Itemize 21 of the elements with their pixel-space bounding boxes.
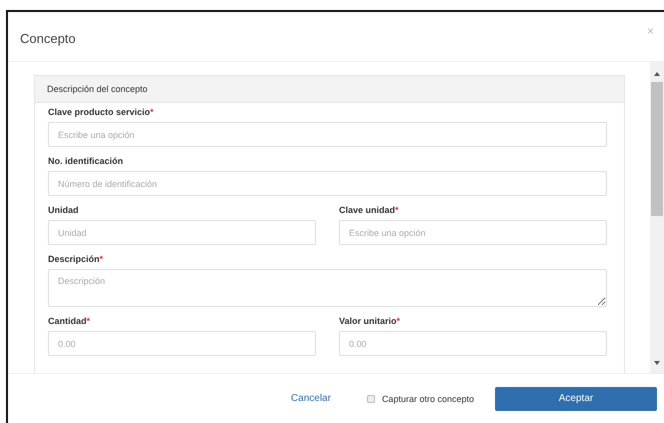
field-label: Clave producto servicio* (48, 107, 155, 117)
field-label: Unidad (48, 205, 80, 215)
input-field[interactable]: Escribe una opción (339, 220, 607, 245)
cancel-link[interactable]: Cancelar (290, 393, 331, 404)
checkbox[interactable] (366, 394, 375, 402)
field-label: Clave unidad* (339, 205, 400, 215)
checkbox-label: Capturar otro concepto (382, 394, 474, 404)
dialog-title: Concepto (20, 31, 76, 46)
input-field[interactable]: Unidad (48, 220, 316, 245)
section-title: Descripción del concepto (35, 76, 624, 103)
input-field[interactable]: Número de identificación (48, 171, 607, 196)
input-field[interactable]: Escribe una opción (48, 122, 607, 147)
field-label: Cantidad* (48, 316, 92, 326)
input-field[interactable]: 0.00 (48, 331, 316, 356)
accept-button[interactable]: Aceptar (495, 386, 657, 410)
field-label: Valor unitario* (339, 316, 402, 326)
field-label: No. identificación (48, 156, 124, 166)
text-area[interactable]: Descripción (48, 269, 607, 307)
scrollbar[interactable] (650, 62, 664, 373)
field-label: Descripción* (48, 254, 104, 264)
input-field[interactable]: 0.00 (339, 331, 607, 356)
